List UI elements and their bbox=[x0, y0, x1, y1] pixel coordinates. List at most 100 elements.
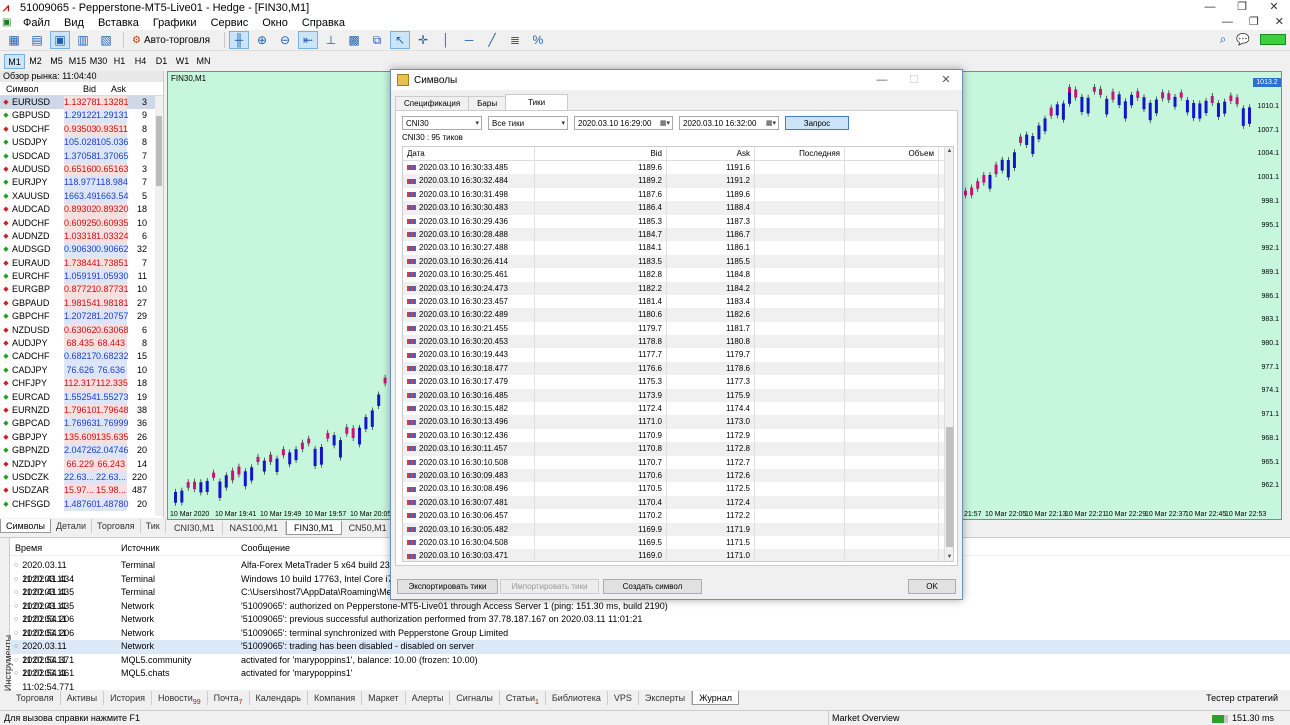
dialog-close-button[interactable]: ✕ bbox=[930, 70, 962, 90]
journal-row[interactable]: ○ 2020.03.11 11:02:54.206 Network '51009065… bbox=[10, 600, 1290, 625]
timeframe-m30-button[interactable]: M30 bbox=[88, 54, 109, 69]
dialog-tab-2[interactable]: Тики bbox=[505, 94, 569, 110]
menu-item-5[interactable]: Окно bbox=[255, 17, 295, 29]
tick-row[interactable]: 2020.03.10 16:30:23.457 1181.4 1183.4 bbox=[403, 294, 945, 309]
ok-button[interactable]: OK bbox=[908, 579, 956, 594]
tick-row[interactable]: 2020.03.10 16:30:12.436 1170.9 1172.9 bbox=[403, 428, 945, 443]
market-watch-row[interactable]: ◆ AUDUSD 0.65160 0.65163 3 bbox=[0, 162, 163, 177]
mt5-menu-icon[interactable]: ▣ bbox=[2, 17, 16, 28]
col-spread[interactable] bbox=[126, 82, 152, 95]
shapes-icon[interactable]: % bbox=[528, 31, 548, 49]
col-time[interactable]: Время bbox=[10, 540, 118, 555]
market-watch-tab-1[interactable]: Детали bbox=[51, 519, 93, 533]
journal-row[interactable]: ○2020.03.11 11:02:54.371Network'51009065… bbox=[10, 640, 1290, 665]
tick-row[interactable]: 2020.03.10 16:30:16.485 1173.9 1175.9 bbox=[403, 388, 945, 403]
market-watch-tab-0[interactable]: Символы bbox=[0, 519, 51, 533]
cursor-icon[interactable]: ↖ bbox=[390, 31, 411, 49]
toolbox-side-tab[interactable]: Инструменты bbox=[0, 538, 13, 691]
tick-row[interactable]: 2020.03.10 16:30:09.483 1170.6 1172.6 bbox=[403, 468, 945, 483]
tick-row[interactable]: 2020.03.10 16:30:18.477 1176.6 1178.6 bbox=[403, 361, 945, 376]
dialog-tab-0[interactable]: Спецификация bbox=[395, 96, 470, 110]
menu-item-4[interactable]: Сервис bbox=[204, 17, 256, 29]
market-watch-tab-3[interactable]: Тик bbox=[141, 519, 166, 533]
market-watch-row[interactable]: ◆ NZDUSD 0.63062 0.63068 6 bbox=[0, 323, 163, 338]
timeframe-m15-button[interactable]: M15 bbox=[67, 54, 88, 69]
market-watch-row[interactable]: ◆ AUDNZD 1.03318 1.03324 6 bbox=[0, 229, 163, 244]
toolbox-tab-7[interactable]: Маркет bbox=[362, 691, 406, 705]
tick-row[interactable]: 2020.03.10 16:30:27.488 1184.1 1186.1 bbox=[403, 241, 945, 255]
tick-row[interactable]: 2020.03.10 16:30:28.488 1184.7 1186.7 bbox=[403, 227, 945, 242]
profiles-icon[interactable]: ▤ bbox=[27, 31, 47, 49]
horizontal-line-icon[interactable]: ─ bbox=[459, 31, 479, 49]
toolbox-tab-1[interactable]: Активы bbox=[61, 691, 105, 705]
vertical-line-icon[interactable]: │ bbox=[436, 31, 456, 49]
market-watch-row[interactable]: ◆ USDCZK 22.63... 22.63... 220 bbox=[0, 470, 163, 485]
autoscroll-icon[interactable]: ⊥ bbox=[321, 31, 341, 49]
market-overview-status[interactable]: Market Overview bbox=[828, 711, 900, 725]
timeframe-m2-button[interactable]: M2 bbox=[25, 54, 46, 69]
data-window-icon[interactable]: ▧ bbox=[96, 31, 116, 49]
toolbox-tab-13[interactable]: Эксперты bbox=[639, 691, 693, 705]
search-icon[interactable]: ⌕ bbox=[1220, 32, 1227, 47]
market-watch-row[interactable]: ◆ EURNZD 1.79610 1.79648 38 bbox=[0, 403, 163, 418]
menu-item-1[interactable]: Вид bbox=[57, 17, 91, 29]
calendar-icon[interactable]: ▦▾ bbox=[660, 119, 670, 127]
market-watch-row[interactable]: ◆ EURCAD 1.55254 1.55273 19 bbox=[0, 390, 163, 404]
market-watch-row[interactable]: ◆ USDJPY 105.028 105.036 8 bbox=[0, 136, 163, 150]
market-watch-row[interactable]: ◆ EURUSD 1.13278 1.13281 3 bbox=[0, 96, 163, 110]
import-ticks-button[interactable]: Импортировать тики bbox=[500, 579, 599, 594]
chart-tab-2[interactable]: FIN30,M1 bbox=[286, 521, 342, 535]
tick-row[interactable]: 2020.03.10 16:30:17.479 1175.3 1177.3 bbox=[403, 375, 945, 389]
market-watch-row[interactable]: ◆ AUDSGD 0.90630 0.90662 32 bbox=[0, 243, 163, 257]
menu-item-2[interactable]: Вставка bbox=[91, 17, 146, 29]
ping-status[interactable]: 151.30 ms bbox=[1211, 711, 1274, 725]
toolbox-tab-4[interactable]: Почта7 bbox=[208, 691, 250, 706]
tick-row[interactable]: 2020.03.10 16:30:08.496 1170.5 1172.5 bbox=[403, 482, 945, 496]
market-watch-row[interactable]: ◆ GBPJPY 135.609 135.635 26 bbox=[0, 430, 163, 445]
timeframe-h4-button[interactable]: H4 bbox=[130, 54, 151, 69]
toolbox-tab-6[interactable]: Компания bbox=[308, 691, 363, 705]
timeframe-m1-button[interactable]: M1 bbox=[4, 53, 25, 69]
market-watch-tab-2[interactable]: Торговля bbox=[92, 519, 141, 533]
navigator-icon[interactable]: ▥ bbox=[73, 31, 93, 49]
tick-row[interactable]: 2020.03.10 16:30:07.481 1170.4 1172.4 bbox=[403, 495, 945, 510]
market-watch-row[interactable]: ◆ CADJPY 76.626 76.636 10 bbox=[0, 363, 163, 378]
menu-item-3[interactable]: Графики bbox=[146, 17, 204, 29]
tick-row[interactable]: 2020.03.10 16:30:26.414 1183.5 1185.5 bbox=[403, 254, 945, 269]
date-from-picker[interactable]: 2020.03.10 16:29:00 ▦▾ bbox=[574, 116, 673, 130]
menu-item-6[interactable]: Справка bbox=[295, 17, 352, 29]
zoom-in-icon[interactable]: ⊕ bbox=[252, 31, 272, 49]
timeframe-w1-button[interactable]: W1 bbox=[172, 54, 193, 69]
tick-row[interactable]: 2020.03.10 16:30:11.457 1170.8 1172.8 bbox=[403, 442, 945, 456]
tick-row[interactable]: 2020.03.10 16:30:30.483 1186.4 1188.4 bbox=[403, 201, 945, 215]
fibonacci-icon[interactable]: ≣ bbox=[505, 31, 525, 49]
timeframe-h1-button[interactable]: H1 bbox=[109, 54, 130, 69]
child-close-button[interactable]: ✕ bbox=[1275, 15, 1284, 30]
market-watch-row[interactable]: ◆ EURAUD 1.73844 1.73851 7 bbox=[0, 256, 163, 271]
col-source[interactable]: Источник bbox=[118, 540, 238, 555]
tick-row[interactable]: 2020.03.10 16:30:10.508 1170.7 1172.7 bbox=[403, 455, 945, 469]
col-bid[interactable]: Bid bbox=[535, 147, 667, 160]
journal-row[interactable]: ○ 2020.03.11 11:02:54.206 Network '51009065… bbox=[10, 613, 1290, 638]
chat-icon[interactable]: 💬 bbox=[1236, 33, 1250, 46]
market-watch-scrollbar[interactable] bbox=[155, 96, 163, 516]
toolbox-tab-14[interactable]: Журнал bbox=[692, 691, 739, 705]
restore-button[interactable]: ❐ bbox=[1226, 0, 1258, 15]
tick-row[interactable]: 2020.03.10 16:30:15.482 1172.4 1174.4 bbox=[403, 402, 945, 416]
timeframe-m5-button[interactable]: M5 bbox=[46, 54, 67, 69]
tick-row[interactable]: 2020.03.10 16:30:03.471 1169.0 1171.0 bbox=[403, 549, 945, 561]
candlestick-chart-icon[interactable]: ╫ bbox=[229, 31, 250, 49]
symbol-select[interactable]: CNI30 ▾ bbox=[402, 116, 482, 130]
minimize-button[interactable]: — bbox=[1194, 0, 1226, 15]
col-message[interactable]: Сообщение bbox=[238, 540, 290, 555]
scroll-thumb[interactable] bbox=[946, 427, 953, 547]
market-watch-row[interactable]: ◆ GBPCHF 1.20728 1.20757 29 bbox=[0, 310, 163, 324]
market-watch-row[interactable]: ◆ CADCHF 0.68217 0.68232 15 bbox=[0, 350, 163, 364]
calendar-icon[interactable]: ▦▾ bbox=[766, 119, 776, 127]
market-watch-row[interactable]: ◆ USDCHF 0.93503 0.93511 8 bbox=[0, 122, 163, 137]
tick-row[interactable]: 2020.03.10 16:30:25.461 1182.8 1184.8 bbox=[403, 268, 945, 282]
request-button[interactable]: Запрос bbox=[785, 116, 849, 130]
toolbox-tab-3[interactable]: Новости99 bbox=[152, 691, 208, 706]
tick-row[interactable]: 2020.03.10 16:30:20.453 1178.8 1180.8 bbox=[403, 335, 945, 349]
chart-tab-0[interactable]: CNI30,M1 bbox=[167, 521, 223, 535]
